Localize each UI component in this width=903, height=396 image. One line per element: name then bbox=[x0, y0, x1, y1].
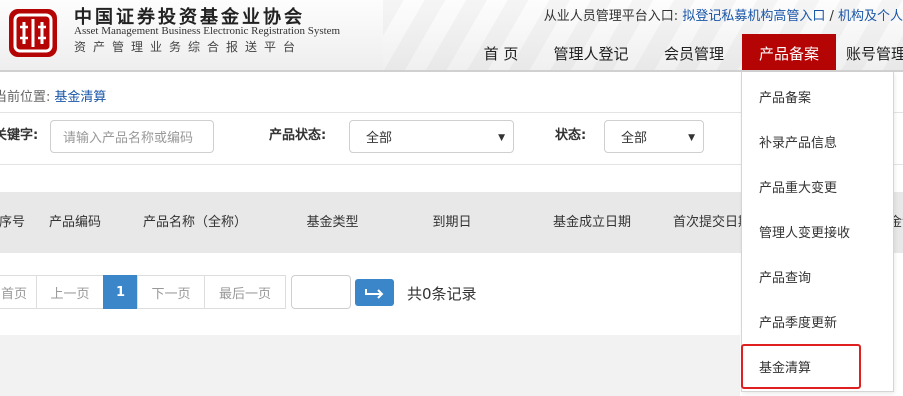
logo-subtitle: 资产管理业务综合报送平台 bbox=[74, 40, 303, 54]
product-filing-dropdown: 产品备案 补录产品信息 产品重大变更 管理人变更接收 产品查询 产品季度更新 基… bbox=[741, 72, 894, 392]
status-label: 状态: bbox=[555, 128, 587, 143]
page-jump-input[interactable] bbox=[291, 275, 351, 309]
breadcrumb-prefix: 当前位置: bbox=[0, 90, 51, 105]
page-jump-button[interactable] bbox=[355, 279, 394, 306]
page-prev-button[interactable]: 上一页 bbox=[36, 275, 104, 309]
logo-title-en: Asset Management Business Electronic Reg… bbox=[74, 25, 341, 37]
portal-link-institution[interactable]: 机构及个人 bbox=[838, 9, 903, 24]
pagination: 首页 上一页 1 下一页 最后一页 bbox=[0, 275, 286, 309]
col-expiry-date: 到期日 bbox=[432, 214, 472, 230]
menu-item-manager-change-receive[interactable]: 管理人变更接收 bbox=[742, 209, 893, 254]
col-index: 序号 bbox=[0, 214, 25, 230]
portal-prefix: 从业人员管理平台入口: bbox=[543, 9, 679, 24]
nav-member-management[interactable]: 会员管理 bbox=[652, 34, 736, 70]
menu-item-quarterly-update[interactable]: 产品季度更新 bbox=[742, 299, 893, 344]
product-status-label: 产品状态: bbox=[269, 128, 327, 143]
menu-item-product-filing[interactable]: 产品备案 bbox=[742, 74, 893, 119]
menu-item-fund-liquidation[interactable]: 基金清算 bbox=[742, 344, 893, 389]
breadcrumb: 当前位置: 基金清算 bbox=[0, 86, 106, 105]
keyword-label: 关键字: bbox=[0, 128, 39, 143]
menu-item-supplement-product-info[interactable]: 补录产品信息 bbox=[742, 119, 893, 164]
menu-item-major-product-change[interactable]: 产品重大变更 bbox=[742, 164, 893, 209]
status-value: 全部 bbox=[621, 131, 648, 146]
col-fund-type: 基金类型 bbox=[306, 214, 359, 230]
menu-item-product-query[interactable]: 产品查询 bbox=[742, 254, 893, 299]
status-select[interactable]: 全部 ▼ bbox=[604, 120, 704, 153]
col-first-submit-date: 首次提交日期 bbox=[672, 214, 751, 230]
nav-home[interactable]: 首 页 bbox=[470, 34, 532, 70]
product-status-select[interactable]: 全部 ▼ bbox=[349, 120, 514, 153]
caret-down-icon: ▼ bbox=[498, 133, 505, 143]
arrow-right-icon bbox=[364, 288, 383, 299]
col-product-code: 产品编码 bbox=[48, 214, 101, 230]
nav-account-management[interactable]: 账号管理 bbox=[846, 34, 903, 70]
caret-down-icon: ▼ bbox=[688, 133, 695, 143]
col-established-date: 基金成立日期 bbox=[552, 214, 631, 230]
staff-portal-bar: 从业人员管理平台入口: 拟登记私募机构高管入口 / 机构及个人 bbox=[544, 5, 903, 24]
page-next-button[interactable]: 下一页 bbox=[137, 275, 205, 309]
page-current-button[interactable]: 1 bbox=[103, 275, 138, 309]
association-seal-icon bbox=[9, 9, 57, 57]
nav-product-filing[interactable]: 产品备案 bbox=[742, 34, 836, 70]
page-first-button[interactable]: 首页 bbox=[0, 275, 37, 309]
col-product-name: 产品名称（全称） bbox=[142, 214, 247, 230]
portal-link-senior-mgmt[interactable]: 拟登记私募机构高管入口 bbox=[682, 9, 825, 24]
product-status-value: 全部 bbox=[366, 131, 393, 146]
table-footer-area bbox=[0, 335, 740, 396]
site-header: 中国证券投资基金业协会 Asset Management Business El… bbox=[0, 0, 903, 72]
page-last-button[interactable]: 最后一页 bbox=[204, 275, 286, 309]
total-records: 共0条记录 bbox=[407, 285, 477, 303]
keyword-input[interactable]: 请输入产品名称或编码 bbox=[50, 120, 214, 153]
nav-manager-registration[interactable]: 管理人登记 bbox=[542, 34, 640, 70]
portal-separator: / bbox=[825, 9, 838, 24]
breadcrumb-current[interactable]: 基金清算 bbox=[54, 90, 106, 105]
